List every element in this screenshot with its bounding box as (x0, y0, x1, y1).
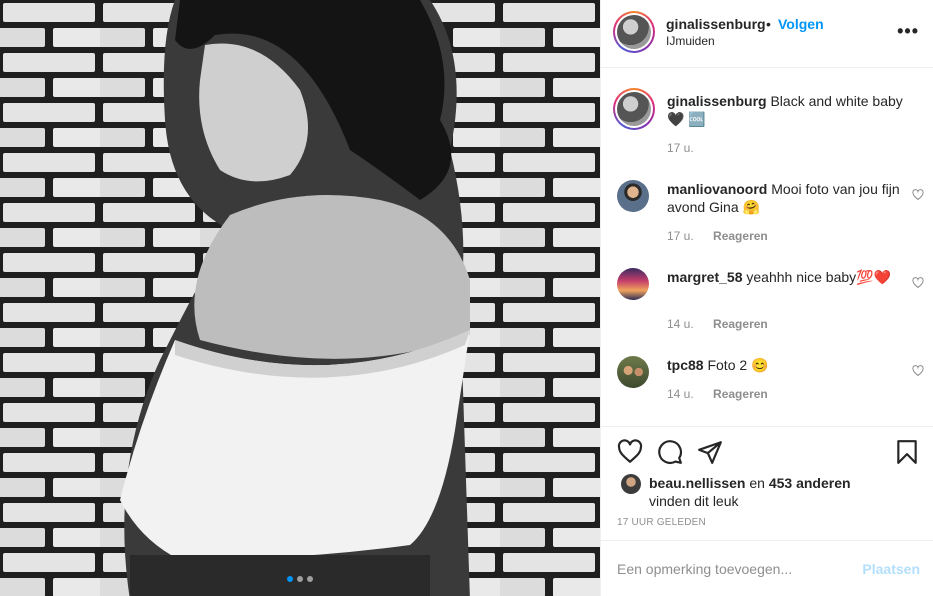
commenter-avatar[interactable] (617, 180, 649, 212)
location-link[interactable]: IJmuiden (666, 34, 715, 48)
carousel-dot-1[interactable] (287, 576, 293, 582)
header-separator: • (766, 16, 771, 32)
carousel-dot-2[interactable] (297, 576, 303, 582)
post-side-panel: ginalissenburg • Volgen IJmuiden ••• gin… (600, 0, 933, 596)
likes-connector: en (745, 475, 769, 491)
carousel-dots (0, 576, 600, 582)
heart-icon[interactable] (617, 439, 643, 465)
reply-button[interactable]: Reageren (713, 229, 768, 243)
comment-like-heart-icon[interactable] (912, 277, 924, 289)
share-icon[interactable] (697, 439, 723, 465)
reply-button[interactable]: Reageren (713, 387, 768, 401)
reply-button[interactable]: Reageren (713, 317, 768, 331)
commenter-username[interactable]: margret_58 (667, 269, 743, 285)
liker-avatar[interactable] (621, 474, 641, 494)
comments-list[interactable]: ginalissenburg Black and white baby 🖤 🆒 … (601, 68, 933, 426)
comment-time[interactable]: 14 u. (667, 317, 694, 331)
author-avatar[interactable] (613, 11, 655, 53)
caption-meta: 17 u. (667, 141, 694, 155)
photo-image (0, 0, 600, 596)
comment-time[interactable]: 14 u. (667, 387, 694, 401)
caption-text: ginalissenburg Black and white baby 🖤 🆒 (667, 92, 907, 128)
comment-meta: 14 u. Reageren (667, 387, 768, 401)
comment-like-heart-icon[interactable] (912, 365, 924, 377)
comment-icon[interactable] (657, 439, 683, 465)
commenter-username[interactable]: manliovanoord (667, 181, 767, 197)
author-username[interactable]: ginalissenburg (666, 16, 766, 32)
likes-summary: beau.nellissen en 453 anderen (649, 474, 851, 492)
comment-text: tpc88 Foto 2 😊 (667, 356, 907, 374)
post-comment-button[interactable]: Plaatsen (862, 561, 920, 577)
more-options-icon[interactable]: ••• (897, 21, 919, 42)
post-photo[interactable] (0, 0, 600, 596)
likes-others-link[interactable]: 453 anderen (769, 475, 851, 491)
follow-button[interactable]: Volgen (778, 16, 824, 32)
comment-text: margret_58 yeahhh nice baby💯❤️ (667, 268, 907, 286)
comment-time[interactable]: 17 u. (667, 229, 694, 243)
comment-meta: 14 u. Reageren (667, 317, 768, 331)
liker-username[interactable]: beau.nellissen (649, 475, 745, 491)
bookmark-icon[interactable] (894, 439, 920, 465)
commenter-username[interactable]: tpc88 (667, 357, 704, 373)
caption-username[interactable]: ginalissenburg (667, 93, 767, 109)
commenter-avatar[interactable] (617, 356, 649, 388)
commenter-avatar[interactable] (617, 268, 649, 300)
likes-suffix: vinden dit leuk (649, 493, 739, 509)
comment-text: manliovanoord Mooi foto van jou fijn avo… (667, 180, 907, 216)
post-header: ginalissenburg • Volgen IJmuiden ••• (601, 0, 933, 68)
caption-avatar[interactable] (613, 88, 655, 130)
caption-body: Black and white baby (770, 93, 903, 109)
comment-like-heart-icon[interactable] (912, 189, 924, 201)
comment-body: yeahhh nice baby💯❤️ (746, 269, 892, 285)
caption-time[interactable]: 17 u. (667, 141, 694, 155)
carousel-dot-3[interactable] (307, 576, 313, 582)
post-timestamp[interactable]: 17 UUR GELEDEN (617, 517, 706, 528)
comment-input[interactable] (617, 557, 847, 581)
post-actions: beau.nellissen en 453 anderen vinden dit… (601, 426, 933, 540)
caption-emoji: 🖤 🆒 (667, 111, 706, 127)
comment-body: Foto 2 😊 (707, 357, 769, 373)
comment-meta: 17 u. Reageren (667, 229, 768, 243)
add-comment-bar: Plaatsen (601, 540, 933, 596)
